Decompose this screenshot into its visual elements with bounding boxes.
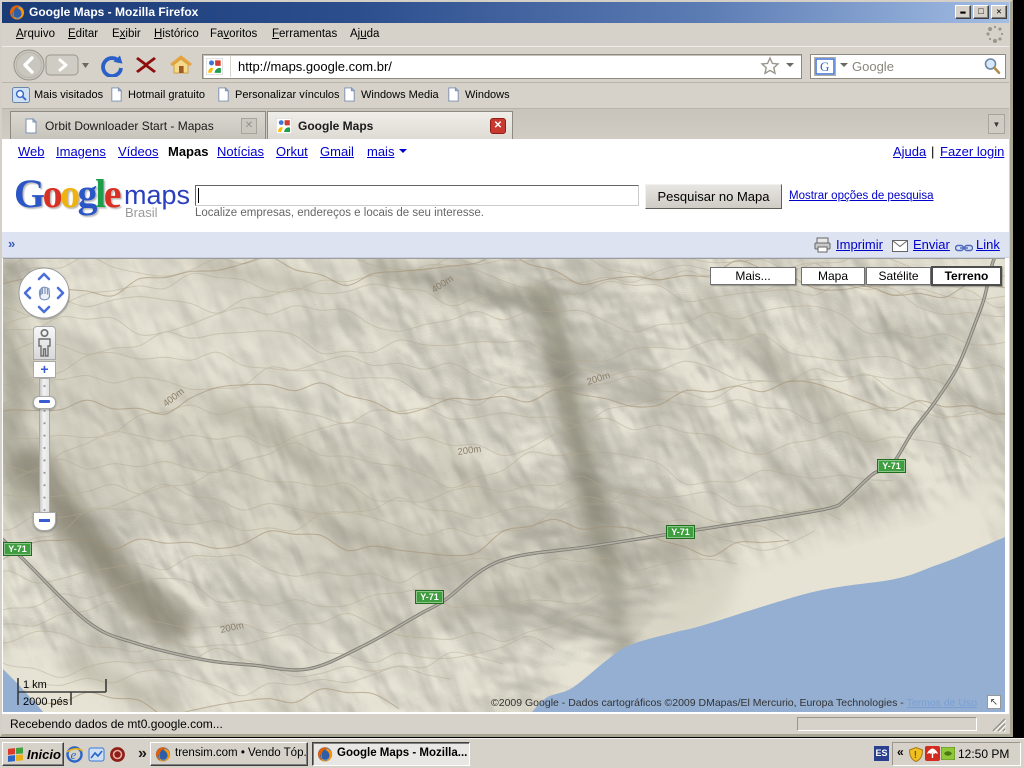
svg-text:!: !	[914, 750, 917, 761]
svg-text:G: G	[820, 59, 829, 74]
